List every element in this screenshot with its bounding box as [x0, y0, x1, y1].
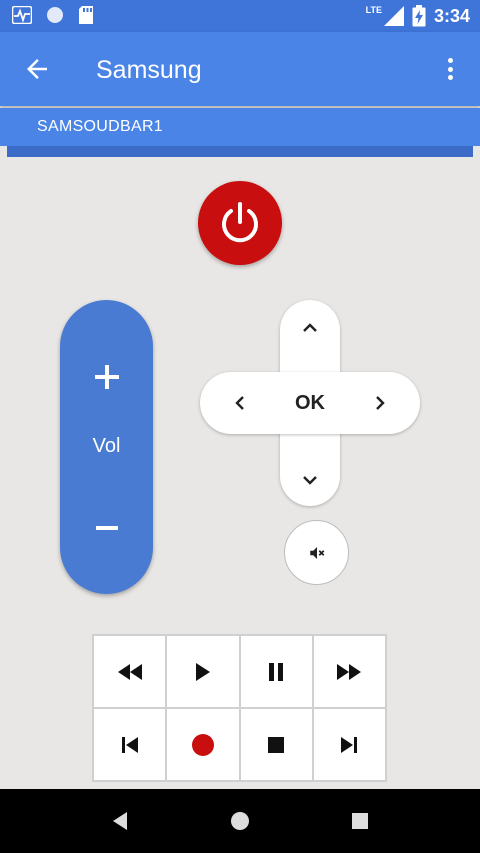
device-selector-underline: [7, 146, 473, 157]
rewind-icon: [117, 663, 142, 680]
device-name: SAMSOUDBAR1: [37, 118, 163, 135]
nav-home-icon: [231, 812, 249, 830]
record-icon: [191, 733, 214, 756]
plus-icon: [94, 365, 119, 389]
chevron-right-icon: [376, 396, 385, 410]
volume-label: Vol: [92, 435, 121, 457]
device-selector[interactable]: SAMSOUDBAR1: [0, 108, 480, 146]
skip-next-button[interactable]: [313, 709, 385, 780]
circle-icon: [47, 7, 63, 23]
record-button[interactable]: [167, 709, 239, 780]
skip-next-icon: [341, 736, 358, 753]
volume-up-button[interactable]: [60, 352, 153, 402]
more-vert-icon: [447, 58, 453, 63]
pulse-icon: [12, 6, 32, 24]
stop-button[interactable]: [240, 709, 312, 780]
minus-icon: [95, 526, 118, 530]
play-button[interactable]: [167, 636, 239, 707]
volume-off-icon: [309, 546, 324, 559]
dpad-right-button[interactable]: [360, 383, 400, 423]
sd-card-icon: [79, 6, 93, 24]
app-bar: Samsung: [0, 32, 480, 106]
arrow-back-icon: [27, 59, 47, 79]
chevron-down-icon: [303, 476, 317, 485]
system-nav-bar: [0, 789, 480, 853]
nav-home-button[interactable]: [228, 809, 252, 833]
page-title: Samsung: [96, 56, 202, 84]
mute-button[interactable]: [284, 520, 349, 585]
dpad-up-button[interactable]: [290, 310, 330, 346]
media-controls: [92, 634, 387, 782]
volume-rocker: Vol: [60, 300, 153, 594]
nav-recents-button[interactable]: [348, 809, 372, 833]
power-icon: [222, 202, 258, 243]
signal-icon: [383, 6, 404, 26]
rewind-button[interactable]: [94, 636, 166, 707]
pause-icon: [269, 662, 284, 681]
dpad-ok-button[interactable]: OK: [282, 383, 338, 423]
chevron-left-icon: [235, 396, 244, 410]
clock: 3:34: [433, 5, 470, 26]
nav-back-icon: [113, 812, 127, 830]
fast-forward-icon: [337, 663, 362, 680]
play-icon: [195, 662, 210, 681]
chevron-up-icon: [303, 323, 317, 332]
status-right: LTE 3:34: [366, 5, 470, 27]
power-button[interactable]: [198, 181, 282, 265]
volume-down-button[interactable]: [60, 503, 153, 553]
nav-back-button[interactable]: [108, 809, 132, 833]
dpad-left-button[interactable]: [220, 383, 260, 423]
skip-previous-icon: [121, 736, 138, 753]
overflow-menu-button[interactable]: [440, 54, 460, 84]
stop-icon: [268, 736, 285, 753]
dpad-down-button[interactable]: [290, 462, 330, 498]
nav-recents-icon: [352, 813, 368, 829]
status-bar: LTE 3:34: [0, 0, 480, 32]
back-button[interactable]: [22, 54, 52, 84]
fast-forward-button[interactable]: [313, 636, 385, 707]
network-label: LTE: [365, 5, 382, 15]
pause-button[interactable]: [240, 636, 312, 707]
skip-previous-button[interactable]: [94, 709, 166, 780]
battery-charging-icon: [412, 5, 426, 27]
status-left: [12, 6, 94, 24]
